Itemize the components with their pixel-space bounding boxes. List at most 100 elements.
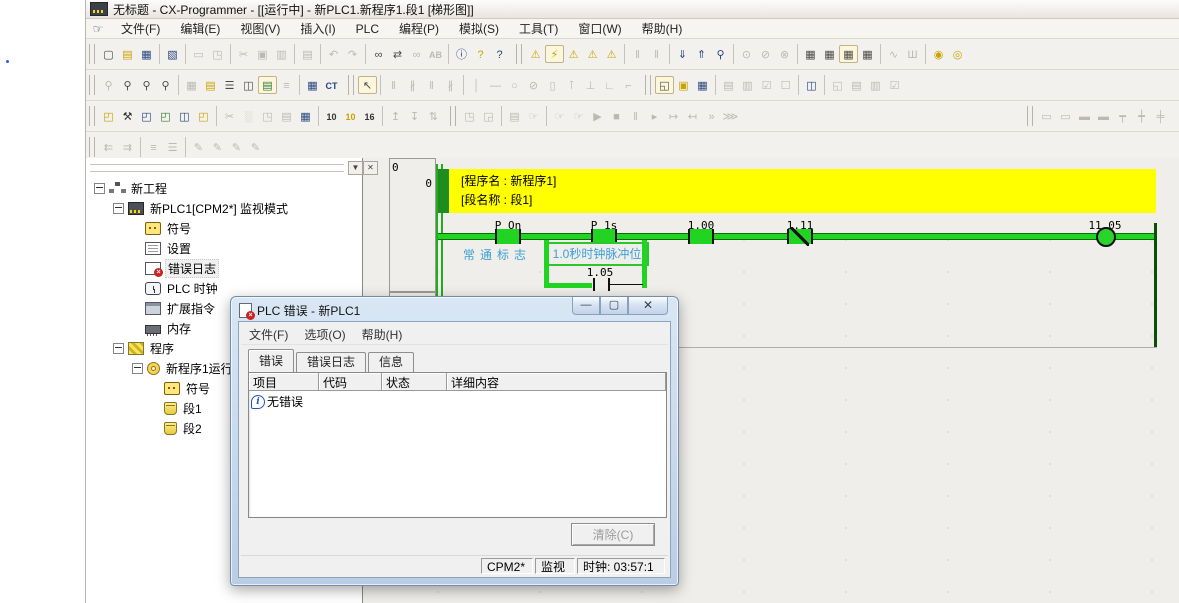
error-table-row[interactable]: i 无错误 [249, 391, 666, 412]
tree-item-settings[interactable]: 设置 [88, 238, 360, 258]
minimize-button[interactable]: — [572, 297, 600, 315]
toolbar-grip[interactable] [348, 75, 354, 95]
show-project-workspace-button[interactable]: ◰ [99, 107, 118, 125]
branch-contact-bar-left[interactable] [593, 278, 595, 291]
zoom-out-button[interactable]: ⚲ [156, 76, 175, 94]
menu-item-8[interactable]: 窗口(W) [568, 19, 631, 39]
context-help-button[interactable]: ? [490, 45, 509, 63]
menu-item-4[interactable]: PLC [346, 19, 389, 39]
expander-new-program1-running[interactable] [132, 363, 143, 374]
show-rung-annotations-button[interactable]: ☰ [220, 76, 239, 94]
release-password-button[interactable]: ◎ [948, 45, 967, 63]
toolbar-grip[interactable] [89, 75, 95, 95]
set-password-button[interactable]: ◉ [929, 45, 948, 63]
tree-item-symbols[interactable]: 符号 [88, 218, 360, 238]
show-local-symbols-button[interactable]: ◫ [175, 107, 194, 125]
menu-item-1[interactable]: 编辑(E) [170, 19, 230, 39]
work-online-simulator-button[interactable]: ⚠ [602, 45, 621, 63]
toolbar-grip[interactable] [89, 137, 95, 157]
tab-1[interactable]: 错误日志 [296, 352, 366, 372]
monitor-data-binary-button[interactable]: ▦ [296, 107, 315, 125]
show-output-window-button[interactable]: ⚒ [118, 107, 137, 125]
child-window-icon[interactable]: ☞ [89, 21, 107, 37]
mode-monitor-button[interactable]: ▦ [839, 45, 858, 63]
show-io-comments-button[interactable]: ◫ [239, 76, 258, 94]
replace-button[interactable]: ⇄ [388, 45, 407, 63]
save-project-button[interactable]: ▦ [137, 45, 156, 63]
column-header-0[interactable]: 项目 [249, 373, 319, 391]
mode-run-button[interactable]: ▦ [858, 45, 877, 63]
zoom-in-button[interactable]: ⚲ [137, 76, 156, 94]
menu-item-5[interactable]: 编程(P) [389, 19, 449, 39]
tree-item-new-plc1[interactable]: 新PLC1[CPM2*] 监视模式 [88, 198, 360, 218]
pane-grip[interactable] [90, 164, 344, 172]
menu-item-9[interactable]: 帮助(H) [632, 19, 693, 39]
tab-2[interactable]: 信息 [368, 352, 414, 372]
toolbar-grip[interactable] [89, 106, 95, 126]
title-bar[interactable]: 无标题 - CX-Programmer - [[运行中] - 新PLC1.新程序… [86, 0, 1179, 19]
dialog-menu-item-2[interactable]: 帮助(H) [354, 326, 411, 343]
expander-new-project[interactable] [94, 183, 105, 194]
program-check-button[interactable]: ⚠ [564, 45, 583, 63]
menu-item-6[interactable]: 模拟(S) [449, 19, 509, 39]
menu-item-0[interactable]: 文件(F) [111, 19, 170, 39]
column-header-3[interactable]: 详细内容 [447, 373, 666, 391]
address-reference-tool-button[interactable]: ◫ [802, 76, 821, 94]
compare-with-plc-button[interactable]: ⚲ [711, 45, 730, 63]
column-header-2[interactable]: 状态 [382, 373, 447, 391]
toolbar-grip[interactable] [89, 44, 95, 64]
tree-item-new-project[interactable]: 新工程 [88, 178, 360, 198]
find-button[interactable]: ∞ [369, 45, 388, 63]
mode-program-button[interactable]: ▦ [801, 45, 820, 63]
coil-11-05[interactable] [1096, 227, 1116, 247]
open-project-button[interactable]: ▤ [118, 45, 137, 63]
plc-error-dialog[interactable]: PLC 错误 - 新PLC1 — ▢ ✕ 文件(F)选项(O)帮助(H) 错误错… [230, 296, 679, 586]
toolbar-grip[interactable] [516, 44, 522, 64]
dialog-menu-item-1[interactable]: 选项(O) [296, 326, 353, 343]
tab-0[interactable]: 错误 [248, 349, 294, 372]
transfer-from-plc-button[interactable]: ⇑ [692, 45, 711, 63]
transfer-to-plc-button[interactable]: ⇓ [673, 45, 692, 63]
expander-new-plc1[interactable] [113, 203, 124, 214]
contact-1-11-closed[interactable] [787, 229, 813, 244]
help-button[interactable]: ? [471, 45, 490, 63]
select-tool-button[interactable]: ↖ [358, 76, 377, 94]
tree-item-plc-clock[interactable]: PLC 时钟 [88, 278, 360, 298]
toolbar-grip[interactable] [645, 75, 651, 95]
dialog-menu-item-0[interactable]: 文件(F) [241, 326, 296, 343]
show-watch-window-button[interactable]: ◰ [137, 107, 156, 125]
view-symbol-table-button[interactable]: ▦ [303, 76, 322, 94]
mode-debug-button[interactable]: ▦ [820, 45, 839, 63]
show-cross-reference-button[interactable]: ◰ [156, 107, 175, 125]
compile-program-button[interactable]: ⚠ [526, 45, 545, 63]
menu-item-7[interactable]: 工具(T) [509, 19, 568, 39]
menu-item-2[interactable]: 视图(V) [230, 19, 290, 39]
close-button[interactable]: ✕ [628, 297, 668, 315]
monitor-in-rung-button[interactable]: ▤ [258, 76, 277, 94]
view-compile-report-button[interactable]: ▧ [163, 45, 182, 63]
monitor-decimal-button[interactable]: 10 [322, 107, 341, 125]
toolbar-grip[interactable] [450, 106, 456, 126]
data-trace-button[interactable]: ▣ [674, 76, 693, 94]
rung-comment-header[interactable]: [程序名 : 新程序1] [段名称 : 段1] [449, 169, 1156, 213]
maximize-button[interactable]: ▢ [600, 297, 628, 315]
online-edit-button[interactable]: ⚡ [545, 45, 564, 63]
show-comments-button[interactable]: ▤ [201, 76, 220, 94]
time-chart-window-button[interactable]: ▦ [693, 76, 712, 94]
monitor-hex-button[interactable]: 16 [360, 107, 379, 125]
menu-item-3[interactable]: 插入(I) [290, 19, 345, 39]
properties-button[interactable]: ◰ [194, 107, 213, 125]
zoom-custom-button[interactable]: ⚲ [118, 76, 137, 94]
column-header-1[interactable]: 代码 [319, 373, 382, 391]
tree-item-error-log[interactable]: 错误日志 [88, 258, 360, 278]
contact-1-00[interactable] [688, 229, 714, 244]
view-io-table-button[interactable]: CT [322, 76, 341, 94]
contact-p-on[interactable] [495, 229, 521, 244]
workspace-close-button[interactable]: ✕ [363, 161, 378, 175]
new-document-button[interactable]: ▢ [99, 45, 118, 63]
toolbar-grip[interactable] [1027, 106, 1033, 126]
about-button[interactable]: ⓘ [452, 45, 471, 63]
workspace-dropdown-button[interactable]: ▼ [348, 161, 363, 175]
expander-program[interactable] [113, 343, 124, 354]
dialog-title-bar[interactable]: PLC 错误 - 新PLC1 [239, 301, 360, 319]
